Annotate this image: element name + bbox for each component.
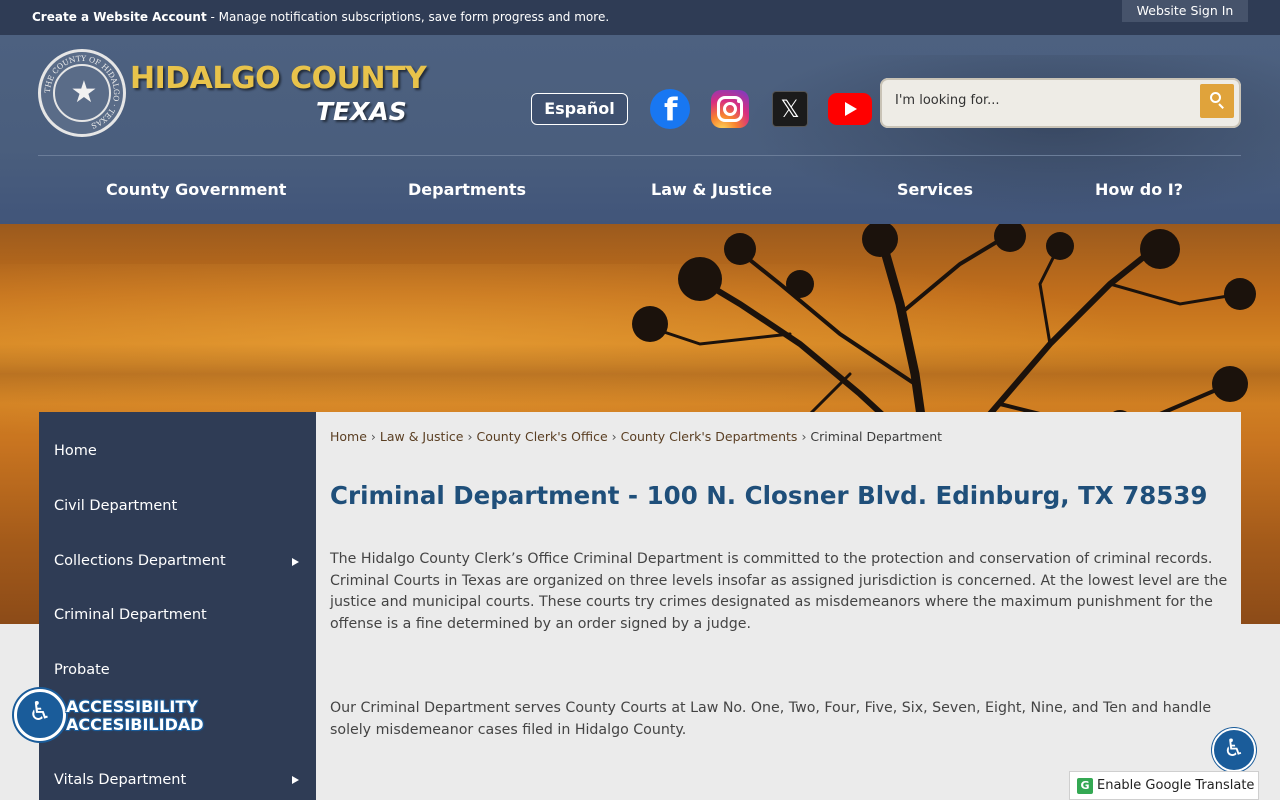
create-account-link[interactable]: Create a Website Account bbox=[32, 10, 207, 24]
sidebar-item-criminal-department[interactable]: Criminal Department bbox=[54, 607, 207, 623]
youtube-icon[interactable] bbox=[828, 93, 872, 125]
sidebar-navigation: Home Civil Department Collections Depart… bbox=[39, 412, 316, 800]
sidebar-item-collections-department[interactable]: Collections Department bbox=[54, 553, 226, 569]
sidebar-item-probate[interactable]: Probate bbox=[54, 662, 110, 678]
google-translate-button[interactable]: G Enable Google Translate bbox=[1069, 771, 1259, 800]
brand-title[interactable]: HIDALGO COUNTY bbox=[130, 61, 427, 96]
accessibility-icon: ♿ bbox=[1223, 734, 1245, 762]
seal-star-icon: ★ bbox=[70, 75, 98, 110]
search-button[interactable] bbox=[1200, 84, 1234, 118]
brand-subtitle[interactable]: TEXAS bbox=[316, 97, 407, 126]
sidebar-item-vitals-department[interactable]: Vitals Department bbox=[54, 772, 186, 788]
facebook-icon[interactable]: f bbox=[650, 89, 690, 129]
sidebar-item-civil-department[interactable]: Civil Department bbox=[54, 498, 177, 514]
main-content: Home › Law & Justice › County Clerk's Of… bbox=[316, 412, 1241, 800]
breadcrumb-county-clerks-office[interactable]: County Clerk's Office bbox=[476, 429, 607, 444]
site-search bbox=[880, 78, 1241, 128]
accesibilidad-label[interactable]: ACCESIBILIDAD bbox=[66, 715, 204, 734]
accessibility-icon: ♿ bbox=[28, 697, 52, 727]
espanol-language-button[interactable]: Español bbox=[531, 93, 628, 125]
x-twitter-icon[interactable]: 𝕏 bbox=[772, 91, 808, 127]
breadcrumb-current: Criminal Department bbox=[810, 429, 943, 444]
accessibility-label[interactable]: ACCESSIBILITY bbox=[66, 697, 198, 716]
instagram-icon[interactable] bbox=[711, 90, 749, 128]
breadcrumb-county-clerks-departments[interactable]: County Clerk's Departments bbox=[621, 429, 798, 444]
nav-county-government[interactable]: County Government bbox=[106, 180, 286, 199]
accessibility-toolbar-button[interactable]: ♿ bbox=[1212, 728, 1256, 772]
breadcrumb: Home › Law & Justice › County Clerk's Of… bbox=[330, 429, 943, 444]
website-sign-in-button[interactable]: Website Sign In bbox=[1122, 0, 1248, 22]
breadcrumb-home[interactable]: Home bbox=[330, 429, 367, 444]
utility-bar: Create a Website Account - Manage notifi… bbox=[0, 0, 1280, 35]
search-icon bbox=[1210, 92, 1221, 103]
accessibility-button[interactable]: ♿ bbox=[14, 689, 66, 741]
nav-services[interactable]: Services bbox=[897, 180, 973, 199]
intro-paragraph: The Hidalgo County Clerk’s Office Crimin… bbox=[330, 551, 1228, 632]
courts-paragraph: Our Criminal Department serves County Co… bbox=[330, 700, 1212, 738]
site-header: THE COUNTY OF HIDALGO · TEXAS ★ HIDALGO … bbox=[0, 35, 1280, 224]
nav-how-do-i[interactable]: How do I? bbox=[1095, 180, 1183, 199]
account-notice: Create a Website Account - Manage notifi… bbox=[32, 10, 609, 24]
submenu-arrow-icon[interactable] bbox=[292, 776, 299, 784]
search-input[interactable] bbox=[895, 93, 1195, 108]
nav-departments[interactable]: Departments bbox=[408, 180, 526, 199]
main-navigation: County Government Departments Law & Just… bbox=[38, 156, 1241, 224]
sidebar-item-home[interactable]: Home bbox=[54, 443, 97, 459]
county-seal-logo[interactable]: THE COUNTY OF HIDALGO · TEXAS ★ bbox=[38, 49, 126, 137]
google-translate-icon: G bbox=[1077, 778, 1093, 794]
nav-law-justice[interactable]: Law & Justice bbox=[651, 180, 772, 199]
google-translate-label: Enable Google Translate bbox=[1097, 778, 1255, 793]
page-title: Criminal Department - 100 N. Closner Blv… bbox=[330, 481, 1208, 510]
seal-inner-ring: ★ bbox=[53, 64, 111, 122]
account-notice-text: - Manage notification subscriptions, sav… bbox=[206, 10, 610, 24]
submenu-arrow-icon[interactable] bbox=[292, 558, 299, 566]
breadcrumb-law-justice[interactable]: Law & Justice bbox=[380, 429, 464, 444]
